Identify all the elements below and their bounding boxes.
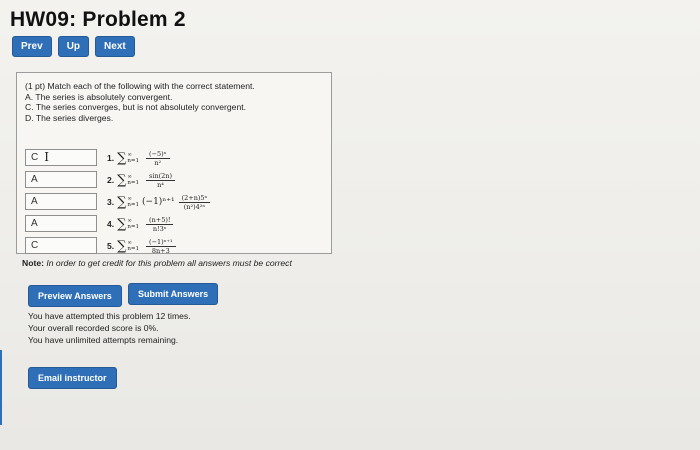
answer-value-5: C bbox=[31, 240, 39, 251]
numerator-5: (−1)ⁿ⁺¹ bbox=[146, 238, 176, 247]
up-button[interactable]: Up bbox=[57, 36, 90, 57]
matching-row-1: CI 1. ∑ ∞ n=1 (−5)ⁿ n² bbox=[25, 147, 325, 169]
denominator-4: n!3ⁿ bbox=[152, 224, 167, 233]
submit-answers-button[interactable]: Submit Answers bbox=[128, 283, 219, 305]
series-number-4: 4. bbox=[107, 219, 115, 229]
attempts-remaining: You have unlimited attempts remaining. bbox=[28, 335, 179, 345]
denominator-1: n² bbox=[154, 158, 162, 167]
series-fraction-5: (−1)ⁿ⁺¹ 8n+3 bbox=[146, 238, 176, 255]
answer-value-4: A bbox=[31, 218, 38, 229]
page-edge-accent bbox=[0, 350, 2, 425]
series-2: 2. ∑ ∞ n=1 sin(2n) n⁴ bbox=[107, 169, 176, 191]
sum-limits-1: ∞ n=1 bbox=[127, 152, 139, 164]
attempts-info: You have attempted this problem 12 times… bbox=[28, 310, 191, 346]
sum-lower-2: n=1 bbox=[127, 180, 140, 186]
sum-limits-2: ∞ n=1 bbox=[127, 174, 139, 186]
answer-input-5[interactable]: C bbox=[25, 237, 97, 254]
note-label: Note: bbox=[22, 258, 44, 268]
note-text: In order to get credit for this problem … bbox=[43, 258, 292, 268]
email-instructor-button[interactable]: Email instructor bbox=[28, 367, 117, 389]
sum-lower-5: n=1 bbox=[127, 246, 140, 252]
answer-input-2[interactable]: A bbox=[25, 171, 97, 188]
page-title: HW09: Problem 2 bbox=[10, 8, 186, 31]
answer-input-3[interactable]: A bbox=[25, 193, 97, 210]
answer-value-2: A bbox=[31, 174, 38, 185]
sigma-icon: ∑ bbox=[117, 238, 127, 254]
series-fraction-4: (n+5)! n!3ⁿ bbox=[146, 216, 174, 233]
series-fraction-3: (2+n)5ⁿ (n²)4²ⁿ bbox=[178, 194, 211, 211]
sum-limits-5: ∞ n=1 bbox=[127, 240, 139, 252]
matching-row-5: C 5. ∑ ∞ n=1 (−1)ⁿ⁺¹ 8n+3 bbox=[25, 235, 325, 257]
answer-input-1[interactable]: CI bbox=[25, 149, 97, 166]
next-button[interactable]: Next bbox=[95, 36, 135, 57]
series-fraction-2: sin(2n) n⁴ bbox=[146, 172, 176, 189]
matching-row-4: A 4. ∑ ∞ n=1 (n+5)! n!3ⁿ bbox=[25, 213, 325, 235]
sigma-icon: ∑ bbox=[117, 172, 127, 188]
sigma-icon: ∑ bbox=[117, 150, 127, 166]
statement-c: C. The series converges, but is not abso… bbox=[25, 102, 247, 112]
statement-d: D. The series diverges. bbox=[25, 112, 114, 123]
prev-button[interactable]: Prev bbox=[12, 36, 52, 57]
numerator-2: sin(2n) bbox=[146, 172, 176, 181]
series-number-3: 3. bbox=[107, 197, 115, 207]
answer-value-3: A bbox=[31, 196, 38, 207]
attempt-count: You have attempted this problem 12 times… bbox=[28, 311, 191, 321]
series-3: 3. ∑ ∞ n=1 (−1)ⁿ⁺¹ (2+n)5ⁿ (n²)4²ⁿ bbox=[107, 191, 211, 213]
statement-a: A. The series is absolutely convergent. bbox=[25, 91, 173, 102]
sigma-icon: ∑ bbox=[117, 216, 127, 232]
series-5: 5. ∑ ∞ n=1 (−1)ⁿ⁺¹ 8n+3 bbox=[107, 235, 176, 257]
preview-answers-button[interactable]: Preview Answers bbox=[28, 285, 122, 307]
denominator-5: 8n+3 bbox=[151, 246, 170, 255]
numerator-4: (n+5)! bbox=[146, 216, 174, 225]
matching-rows: CI 1. ∑ ∞ n=1 (−5)ⁿ n² A 2. ∑ ∞ n=1 sin(2n)… bbox=[25, 147, 325, 257]
series-number-2: 2. bbox=[107, 175, 115, 185]
problem-nav: Prev Up Next bbox=[12, 36, 135, 57]
matching-row-2: A 2. ∑ ∞ n=1 sin(2n) n⁴ bbox=[25, 169, 325, 191]
recorded-score: Your overall recorded score is 0%. bbox=[28, 323, 159, 333]
problem-intro: (1 pt) Match each of the following with … bbox=[25, 81, 255, 91]
sum-limits-4: ∞ n=1 bbox=[127, 218, 139, 230]
series-prefix-3: (−1)ⁿ⁺¹ bbox=[142, 197, 175, 207]
matching-row-3: A 3. ∑ ∞ n=1 (−1)ⁿ⁺¹ (2+n)5ⁿ (n²)4²ⁿ bbox=[25, 191, 325, 213]
problem-statements: (1 pt) Match each of the following with … bbox=[25, 81, 255, 123]
sum-limits-3: ∞ n=1 bbox=[127, 196, 139, 208]
numerator-3: (2+n)5ⁿ bbox=[178, 194, 211, 203]
problem-box: (1 pt) Match each of the following with … bbox=[16, 72, 332, 257]
sum-lower-3: n=1 bbox=[127, 202, 140, 208]
series-4: 4. ∑ ∞ n=1 (n+5)! n!3ⁿ bbox=[107, 213, 174, 235]
denominator-2: n⁴ bbox=[157, 180, 164, 189]
answer-value-1: C bbox=[31, 152, 39, 163]
series-1: 1. ∑ ∞ n=1 (−5)ⁿ n² bbox=[107, 147, 170, 169]
sum-lower-1: n=1 bbox=[127, 158, 140, 164]
sum-lower-4: n=1 bbox=[127, 224, 140, 230]
answer-input-4[interactable]: A bbox=[25, 215, 97, 232]
series-number-1: 1. bbox=[107, 153, 115, 163]
series-fraction-1: (−5)ⁿ n² bbox=[146, 150, 170, 167]
denominator-3: (n²)4²ⁿ bbox=[183, 202, 206, 211]
series-number-5: 5. bbox=[107, 241, 115, 251]
credit-note: Note: In order to get credit for this pr… bbox=[22, 258, 292, 268]
text-cursor-icon: I bbox=[44, 150, 49, 164]
numerator-1: (−5)ⁿ bbox=[146, 150, 170, 159]
sigma-icon: ∑ bbox=[117, 194, 127, 210]
